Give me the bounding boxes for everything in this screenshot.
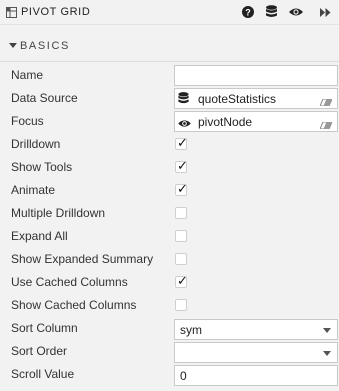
scroll-value-field[interactable]: 0: [174, 365, 338, 386]
section-divider: [0, 61, 339, 62]
expand-all-checkbox[interactable]: [175, 230, 187, 242]
drilldown-label: Drilldown: [11, 137, 61, 151]
svg-text:?: ?: [245, 8, 251, 18]
data-source-label: Data Source: [11, 91, 78, 105]
help-icon[interactable]: ?: [242, 6, 254, 18]
show-expanded-summary-checkbox[interactable]: [175, 253, 187, 265]
sort-column-select[interactable]: sym: [174, 319, 338, 340]
animate-label: Animate: [11, 183, 56, 197]
multiple-drilldown-label: Multiple Drilldown: [11, 206, 106, 220]
show-cached-columns-label: Show Cached Columns: [11, 298, 137, 312]
show-cached-columns-checkbox[interactable]: [175, 299, 187, 311]
sort-column-value: sym: [180, 323, 202, 337]
double-chevron-right-icon[interactable]: [320, 8, 331, 17]
scroll-value-label: Scroll Value: [11, 367, 75, 381]
name-field[interactable]: [174, 65, 338, 86]
multiple-drilldown-checkbox[interactable]: [175, 207, 187, 219]
eye-icon: [178, 117, 191, 131]
chevron-down-icon: [323, 328, 331, 333]
basics-section-header[interactable]: BASICS: [0, 35, 339, 55]
show-tools-label: Show Tools: [11, 160, 73, 174]
scroll-value-value: 0: [180, 369, 187, 383]
database-icon[interactable]: [266, 5, 277, 19]
animate-checkbox[interactable]: ✓: [175, 182, 188, 197]
eraser-icon[interactable]: [319, 118, 333, 132]
checkmark-icon: ✓: [177, 274, 188, 289]
database-icon: [178, 92, 189, 108]
eraser-icon[interactable]: [319, 95, 333, 109]
name-label: Name: [11, 68, 44, 82]
chevron-down-icon: [323, 351, 331, 356]
show-tools-checkbox[interactable]: ✓: [175, 159, 188, 174]
sort-order-label: Sort Order: [11, 344, 68, 358]
caret-down-icon: [9, 43, 17, 48]
basics-section: BASICS Name Data Source quoteStatistics …: [0, 25, 339, 391]
use-cached-columns-label: Use Cached Columns: [11, 275, 128, 289]
focus-label: Focus: [11, 114, 44, 128]
checkmark-icon: ✓: [177, 182, 188, 197]
sort-column-label: Sort Column: [11, 321, 78, 335]
panel-header: PIVOT GRID ?: [0, 0, 339, 25]
use-cached-columns-checkbox[interactable]: ✓: [175, 274, 188, 289]
checkmark-icon: ✓: [177, 159, 188, 174]
expand-all-label: Expand All: [11, 229, 68, 243]
drilldown-checkbox[interactable]: ✓: [175, 136, 188, 151]
focus-value: pivotNode: [198, 115, 253, 129]
eye-icon[interactable]: [289, 7, 303, 17]
section-title: BASICS: [20, 40, 70, 52]
sort-order-select[interactable]: [174, 342, 338, 363]
panel-title: PIVOT GRID: [21, 6, 91, 18]
data-source-field[interactable]: quoteStatistics: [174, 88, 338, 109]
show-expanded-summary-label: Show Expanded Summary: [11, 252, 154, 266]
checkmark-icon: ✓: [177, 136, 188, 151]
focus-field[interactable]: pivotNode: [174, 111, 338, 132]
data-source-value: quoteStatistics: [198, 92, 277, 106]
pivot-grid-icon: [6, 7, 17, 18]
